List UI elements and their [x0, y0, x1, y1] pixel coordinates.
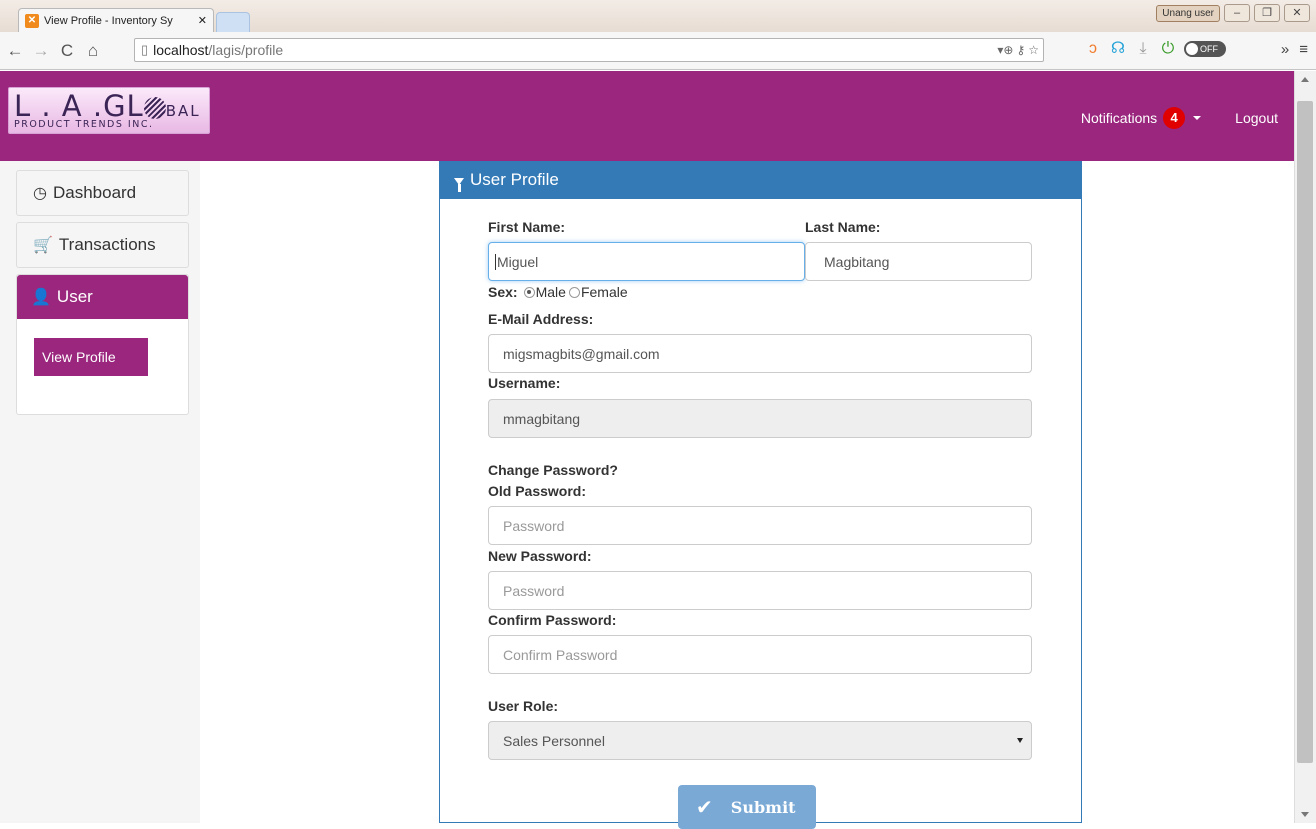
- app-header: L . A .GL BAL PRODUCT TRENDS INC. Notific…: [0, 71, 1294, 161]
- sidebar-item-label: Transactions: [58, 235, 156, 254]
- back-arrow-icon[interactable]: ←: [4, 41, 26, 61]
- first-name-label: First Name:: [488, 219, 566, 235]
- filter-icon: [454, 177, 464, 192]
- sidebar-item-label: User: [56, 287, 93, 306]
- new-password-label: New Password:: [488, 548, 592, 564]
- change-password-heading: Change Password?: [488, 462, 618, 478]
- notifications-dropdown[interactable]: Notifications 4: [1080, 107, 1202, 129]
- dashboard-gauge-icon: ◷: [33, 185, 47, 202]
- submit-label: Submit: [730, 797, 796, 817]
- window-close-icon[interactable]: ✕: [1284, 4, 1310, 22]
- old-password-field[interactable]: Password: [488, 506, 1032, 545]
- first-name-field[interactable]: Miguel: [488, 242, 805, 281]
- email-field[interactable]: migsmagbits@gmail.com: [488, 334, 1032, 373]
- user-role-select[interactable]: Sales Personnel: [488, 721, 1032, 760]
- zoom-icon[interactable]: ▾⊕: [997, 43, 1013, 57]
- restore-icon[interactable]: ❐: [1254, 4, 1280, 22]
- sidebar-item-dashboard[interactable]: ◷ Dashboard: [16, 170, 189, 216]
- logo-subtitle: PRODUCT TRENDS INC.: [14, 119, 154, 130]
- logo-text-tail: BAL: [165, 102, 201, 120]
- confirm-password-placeholder: Confirm Password: [503, 646, 618, 663]
- sex-female-label: Female: [580, 284, 628, 300]
- minimize-icon[interactable]: –: [1224, 4, 1250, 22]
- logout-link[interactable]: Logout: [1235, 110, 1278, 126]
- tab-close-icon[interactable]: ✕: [198, 14, 207, 27]
- download-icon[interactable]: ⤓: [1134, 40, 1152, 58]
- menu-icon[interactable]: ≡: [1299, 41, 1308, 58]
- browser-tab[interactable]: ✕ View Profile - Inventory Sy ✕: [18, 8, 214, 32]
- username-value: mmagbitang: [503, 410, 581, 427]
- old-password-placeholder: Password: [503, 517, 565, 534]
- page-icon: ▯: [141, 42, 149, 57]
- email-label: E-Mail Address:: [488, 311, 594, 327]
- browser-tab-title: View Profile - Inventory Sy: [44, 14, 173, 27]
- last-name-field[interactable]: Magbitang: [805, 242, 1032, 281]
- sidebar-item-transactions[interactable]: 🛒 Transactions: [16, 222, 189, 268]
- overflow-chevron-icon[interactable]: »: [1281, 41, 1289, 58]
- company-logo[interactable]: L . A .GL BAL PRODUCT TRENDS INC.: [8, 87, 210, 134]
- scroll-up-arrow-icon[interactable]: [1301, 77, 1309, 82]
- window-controls: Unang user – ❐ ✕: [1156, 4, 1310, 22]
- username-field[interactable]: mmagbitang: [488, 399, 1032, 438]
- key-icon[interactable]: ⚷: [1016, 43, 1025, 57]
- page-scrollbar[interactable]: [1294, 71, 1316, 823]
- new-password-placeholder: Password: [503, 582, 565, 599]
- panel-header: User Profile: [440, 161, 1081, 199]
- scroll-down-arrow-icon[interactable]: [1301, 812, 1309, 817]
- new-tab-button[interactable]: [216, 12, 250, 32]
- power-icon[interactable]: ⏻: [1159, 40, 1177, 58]
- notification-count-badge: 4: [1163, 107, 1186, 129]
- address-bar[interactable]: ▯ localhost /lagis/profile ▾⊕ ⚷ ☆: [134, 38, 1044, 62]
- headphones-icon[interactable]: ☊: [1109, 40, 1127, 58]
- browser-tab-strip: ✕ View Profile - Inventory Sy ✕ Unang us…: [0, 0, 1316, 32]
- text-cursor: [495, 253, 496, 270]
- sidebar-item-label: Dashboard: [52, 183, 137, 202]
- new-password-field[interactable]: Password: [488, 571, 1032, 610]
- user-role-label: User Role:: [488, 698, 559, 714]
- caret-down-icon: [1193, 116, 1202, 120]
- home-icon[interactable]: ⌂: [82, 41, 104, 61]
- confirm-password-field[interactable]: Confirm Password: [488, 635, 1032, 674]
- notifications-label: Notifications: [1080, 110, 1158, 126]
- select-arrow-icon: [1017, 738, 1023, 743]
- sidebar-item-user[interactable]: 👤 User: [17, 275, 188, 319]
- url-host: localhost: [153, 42, 209, 58]
- submit-button[interactable]: ✔ Submit: [678, 785, 816, 829]
- xampp-favicon-icon: ✕: [25, 13, 39, 28]
- old-password-label: Old Password:: [488, 483, 587, 499]
- confirm-password-label: Confirm Password:: [488, 612, 617, 628]
- window-user-button[interactable]: Unang user: [1156, 4, 1220, 22]
- sidebar-group-user: 👤 User View Profile: [16, 274, 189, 415]
- logo-globe-icon: [143, 97, 166, 119]
- email-value: migsmagbits@gmail.com: [503, 345, 660, 362]
- extension-icons: ↄ ☊ ⤓ ⏻ OFF: [1084, 40, 1226, 58]
- logo-text: L . A .GL: [14, 89, 144, 123]
- view-profile-button[interactable]: View Profile: [34, 338, 148, 376]
- last-name-label: Last Name:: [805, 219, 881, 235]
- extension-c-icon[interactable]: ↄ: [1084, 40, 1102, 58]
- shopping-cart-icon: 🛒: [33, 237, 53, 254]
- username-label: Username:: [488, 375, 561, 391]
- user-role-value: Sales Personnel: [503, 732, 605, 749]
- checkmark-icon: ✔: [696, 795, 713, 819]
- panel-title: User Profile: [470, 170, 559, 189]
- last-name-value: Magbitang: [824, 253, 890, 270]
- sex-female-radio[interactable]: [568, 286, 580, 298]
- sex-label: Sex:: [488, 284, 518, 300]
- bookmark-star-icon[interactable]: ☆: [1028, 43, 1039, 57]
- scrollbar-thumb[interactable]: [1297, 101, 1313, 763]
- extension-toggle[interactable]: OFF: [1184, 41, 1226, 57]
- user-icon: 👤: [31, 289, 51, 306]
- url-path: /lagis/profile: [208, 42, 284, 58]
- sex-male-label: Male: [535, 284, 566, 300]
- sex-male-radio[interactable]: [523, 286, 535, 298]
- browser-toolbar: ← → C ⌂ ▯ localhost /lagis/profile ▾⊕ ⚷ …: [0, 32, 1316, 70]
- first-name-value: Miguel: [497, 253, 539, 270]
- reload-icon[interactable]: C: [56, 41, 78, 61]
- sex-radio-group: Sex: Male Female: [488, 284, 628, 300]
- forward-arrow-icon[interactable]: →: [30, 41, 52, 61]
